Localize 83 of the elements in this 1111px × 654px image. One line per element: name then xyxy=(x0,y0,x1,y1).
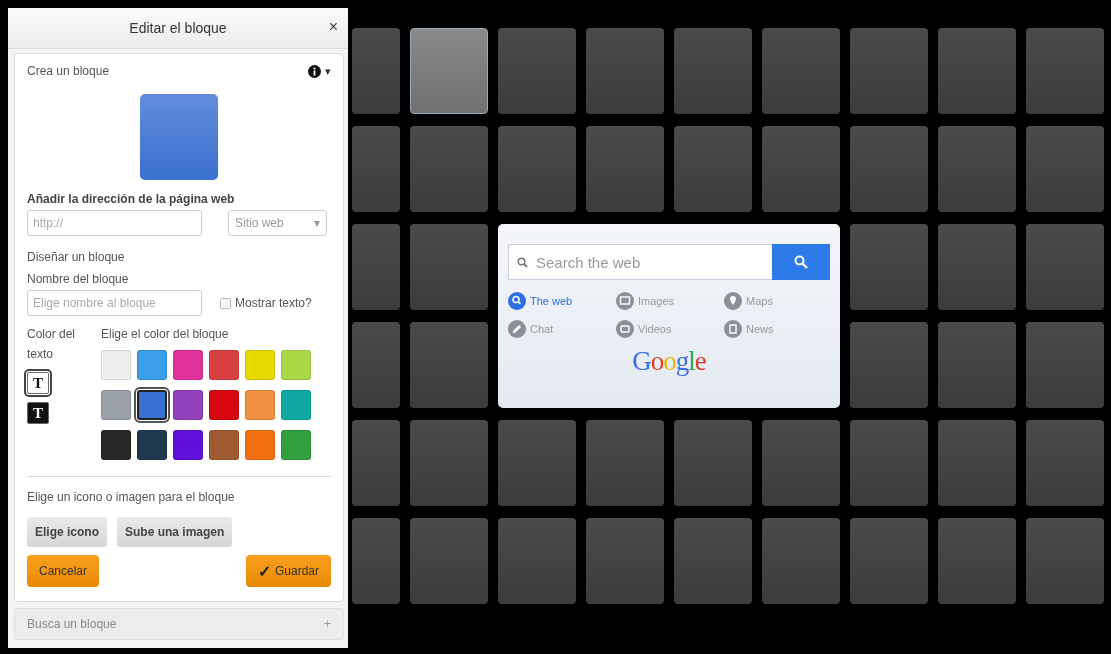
image-choice-button[interactable]: Elige icono xyxy=(27,517,107,547)
design-label: Diseñar un bloque xyxy=(27,250,126,264)
tile[interactable] xyxy=(498,420,576,506)
tile[interactable] xyxy=(674,420,752,506)
tile[interactable] xyxy=(674,28,752,114)
tile[interactable] xyxy=(1026,420,1104,506)
tile[interactable] xyxy=(352,322,400,408)
text-color-button[interactable]: T xyxy=(27,402,49,424)
type-dropdown[interactable]: Sitio web ▾ xyxy=(228,210,327,236)
tile[interactable] xyxy=(498,518,576,604)
tile[interactable] xyxy=(410,322,488,408)
tile[interactable] xyxy=(850,322,928,408)
tile[interactable] xyxy=(938,126,1016,212)
tile[interactable] xyxy=(762,518,840,604)
panel-title: Editar el bloque xyxy=(129,20,227,36)
tile[interactable] xyxy=(1026,126,1104,212)
search-button[interactable] xyxy=(772,244,830,280)
tile[interactable] xyxy=(1026,224,1104,310)
tile[interactable] xyxy=(850,224,928,310)
tile[interactable] xyxy=(498,28,576,114)
tile[interactable] xyxy=(762,126,840,212)
chat-icon xyxy=(508,320,526,338)
tile[interactable] xyxy=(410,518,488,604)
block-color-label: Elige el color del bloque xyxy=(101,326,230,343)
search-icon xyxy=(794,255,808,269)
tile[interactable] xyxy=(850,518,928,604)
tile[interactable] xyxy=(938,28,1016,114)
color-swatch[interactable] xyxy=(137,390,167,420)
tile[interactable] xyxy=(586,28,664,114)
tile[interactable] xyxy=(850,420,928,506)
tile[interactable] xyxy=(938,518,1016,604)
tile[interactable] xyxy=(1026,518,1104,604)
tile[interactable] xyxy=(586,126,664,212)
close-button[interactable]: × xyxy=(326,18,340,36)
tile[interactable] xyxy=(410,126,488,212)
tile[interactable] xyxy=(410,420,488,506)
tile[interactable] xyxy=(938,322,1016,408)
tile[interactable] xyxy=(762,420,840,506)
icon-label: Elige un icono o imagen para el bloque xyxy=(27,489,236,506)
tile[interactable] xyxy=(674,518,752,604)
tile[interactable] xyxy=(674,126,752,212)
tile[interactable] xyxy=(938,420,1016,506)
text-color-label: Color del texto xyxy=(27,326,77,363)
search-input[interactable]: Search the web xyxy=(534,252,764,272)
name-label: Nombre del bloque xyxy=(27,272,130,286)
tile[interactable] xyxy=(850,28,928,114)
cancel-button[interactable]: Cancelar xyxy=(27,555,100,587)
tile[interactable] xyxy=(850,126,928,212)
text-color-button[interactable]: T xyxy=(27,372,49,394)
tile[interactable] xyxy=(352,224,400,310)
tile[interactable] xyxy=(1026,322,1104,408)
url-field[interactable]: http:// xyxy=(27,210,202,236)
info-icon[interactable] xyxy=(308,64,321,78)
pin-icon xyxy=(724,292,742,310)
tile[interactable] xyxy=(938,224,1016,310)
tile[interactable] xyxy=(410,28,488,114)
show-text-checkbox[interactable] xyxy=(220,297,231,309)
tile[interactable] xyxy=(762,28,840,114)
image-choice-button[interactable]: Sube una imagen xyxy=(117,517,233,547)
tile[interactable] xyxy=(410,224,488,310)
tile[interactable] xyxy=(352,126,400,212)
image-icon xyxy=(616,292,634,310)
tile[interactable] xyxy=(586,518,664,604)
save-button[interactable]: ✓ Guardar xyxy=(245,555,331,587)
tile[interactable] xyxy=(352,28,400,114)
document-icon xyxy=(724,320,742,338)
section-title: Crea un bloque xyxy=(27,64,110,78)
collapse-toggle[interactable]: ▾ xyxy=(325,64,331,78)
google-logo: Google xyxy=(632,346,706,377)
search-category-link[interactable]: The web xyxy=(508,292,616,310)
tile[interactable] xyxy=(498,126,576,212)
show-text-label: Mostrar texto? xyxy=(235,296,312,310)
url-label: Añadir la dirección de la página web xyxy=(27,192,236,206)
name-field[interactable]: Elige nombre al bloque xyxy=(27,290,202,316)
search-icon xyxy=(508,292,526,310)
collapsed-section[interactable]: Busca un bloque + xyxy=(14,608,344,640)
video-icon xyxy=(616,320,634,338)
search-icon xyxy=(517,256,528,268)
tile[interactable] xyxy=(1026,28,1104,114)
tile[interactable] xyxy=(352,518,400,604)
tile[interactable] xyxy=(586,420,664,506)
search-field[interactable]: Search the web xyxy=(508,244,772,280)
tile[interactable] xyxy=(352,420,400,506)
